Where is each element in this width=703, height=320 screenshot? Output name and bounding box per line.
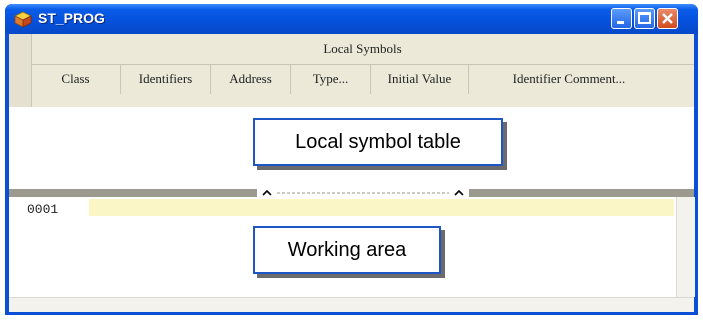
column-header-type[interactable]: Type... [291,64,371,94]
splitter-grip-icon[interactable] [257,189,469,197]
title-bar[interactable]: ST_PROG [5,4,698,34]
close-icon [662,13,673,24]
plc-program-icon [13,10,33,28]
column-header-identifier-comment[interactable]: Identifier Comment... [469,64,669,94]
maximize-button[interactable] [634,8,655,29]
line-number: 0001 [27,202,59,217]
window-client: Local Symbols Class Identifiers Address … [9,34,695,312]
minimize-button[interactable] [611,8,632,29]
local-symbols-title: Local Symbols [31,34,694,65]
callout-local-symbol-table: Local symbol table [253,118,503,166]
minimize-icon [617,21,624,24]
maximize-icon [638,12,651,24]
column-header-class[interactable]: Class [31,64,121,94]
line-number-gutter: 0001 [9,197,79,297]
column-header-address[interactable]: Address [211,64,291,94]
vertical-scrollbar[interactable] [676,197,695,297]
column-header-initial-value[interactable]: Initial Value [371,64,469,94]
horizontal-scrollbar[interactable] [9,297,694,312]
row-selector-column [9,34,32,107]
program-window: ST_PROG Local Symbols Class Identifiers … [5,4,698,315]
local-symbols-header: Local Symbols Class Identifiers Address … [9,34,694,107]
callout-working-area: Working area [253,226,441,274]
column-header-identifiers[interactable]: Identifiers [121,64,211,94]
window-title: ST_PROG [38,10,105,26]
current-line-highlight[interactable] [89,199,674,216]
close-button[interactable] [657,8,678,29]
